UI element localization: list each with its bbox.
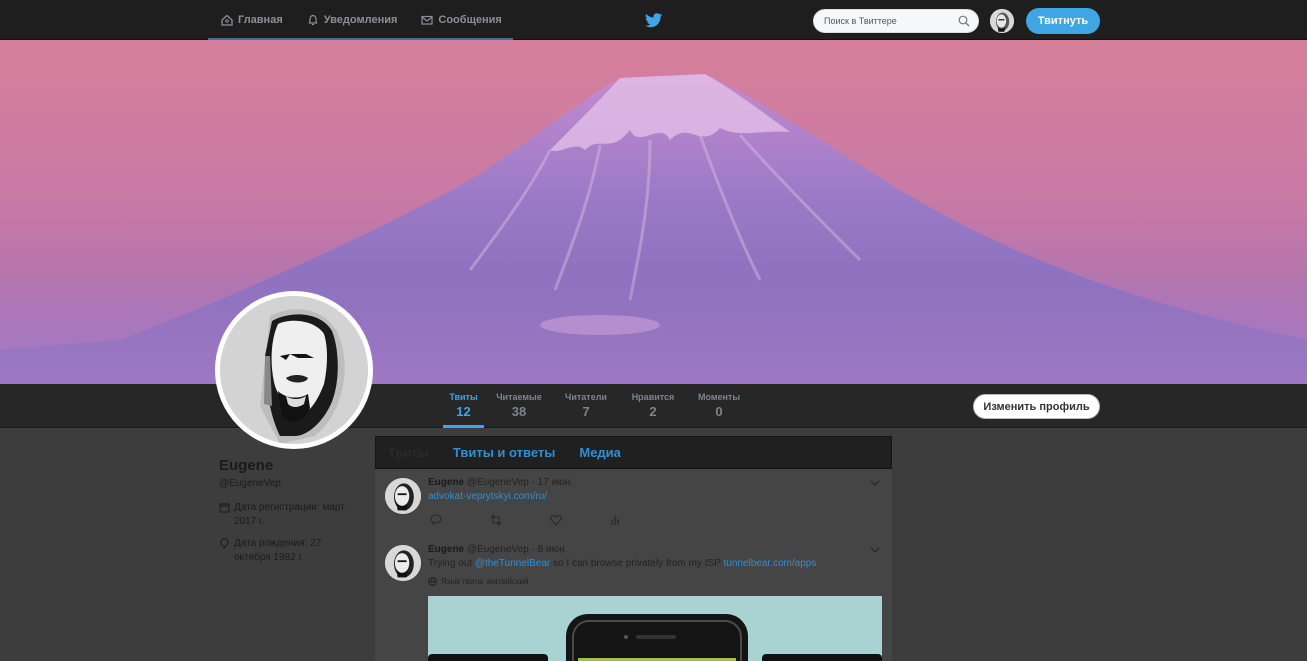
profile-stats-bar: Твиты 12 Читаемые 38 Читатели 7 Нравится…: [0, 384, 1307, 428]
bell-icon: [308, 14, 318, 26]
profile-banner[interactable]: [0, 40, 1307, 384]
retweet-icon[interactable]: [490, 514, 550, 526]
stat-following[interactable]: Читаемые 38: [494, 392, 544, 419]
stat-moments-label: Моменты: [697, 392, 741, 402]
tweet-header: Eugene @EugeneVep · 8 июн.: [428, 544, 567, 555]
stat-moments[interactable]: Моменты 0: [696, 392, 742, 419]
top-navigation-bar: Главная Уведомления Сообщения Твитнуть: [0, 0, 1307, 40]
globe-icon: [428, 577, 437, 586]
stat-likes-label: Нравится: [631, 392, 675, 402]
profile-name[interactable]: Eugene: [219, 457, 273, 474]
balloon-icon: [220, 538, 229, 549]
mountain-banner-image: [0, 40, 1307, 384]
nav-home-label: Главная: [238, 14, 283, 26]
tweet-language: Язык твита: английский: [428, 577, 528, 586]
search-icon[interactable]: [958, 15, 970, 27]
timeline-tabs: Твиты Твиты и ответы Медиа: [375, 436, 892, 469]
tab-media[interactable]: Медиа: [567, 445, 633, 460]
tweet-media-image[interactable]: [428, 596, 882, 661]
reply-icon[interactable]: [430, 514, 490, 526]
twitter-bird-icon[interactable]: [645, 13, 663, 28]
chevron-down-icon[interactable]: [870, 545, 880, 555]
avatar-face-icon: [385, 545, 421, 581]
tweet-author-name[interactable]: Eugene: [428, 544, 464, 555]
profile-birthday: Дата рождения: 27 октября 1982 г.: [219, 537, 359, 565]
nav-messages-label: Сообщения: [438, 14, 502, 26]
analytics-icon[interactable]: [610, 514, 670, 526]
profile-avatar[interactable]: [215, 291, 373, 449]
nav-item-messages[interactable]: Сообщения: [408, 0, 512, 40]
tweet-author-handle[interactable]: @EugeneVep: [467, 544, 529, 555]
tweet-avatar[interactable]: [385, 478, 421, 514]
stat-following-value: 38: [511, 404, 527, 419]
home-icon: [221, 14, 233, 26]
avatar-face-icon: [220, 296, 368, 444]
chevron-down-icon[interactable]: [870, 478, 880, 488]
stat-tweets-value: 12: [456, 404, 471, 419]
search-input[interactable]: [814, 10, 954, 32]
tweet-time[interactable]: · 17 июн.: [532, 477, 573, 488]
tweet-link[interactable]: advokat-veprytskyi.com/ru/: [428, 491, 547, 502]
profile-handle[interactable]: @EugeneVep: [219, 478, 281, 489]
tweet-text-before: Trying out: [428, 558, 475, 569]
profile-birthday-text: Дата рождения: 27 октября 1982 г.: [234, 538, 322, 563]
tweet-language-text: Язык твита: английский: [441, 577, 529, 586]
stat-likes[interactable]: Нравится 2: [629, 392, 677, 419]
tweet-button[interactable]: Твитнуть: [1026, 8, 1100, 34]
nav-item-notifications[interactable]: Уведомления: [294, 0, 409, 40]
tweet-time[interactable]: · 8 июн.: [532, 544, 568, 555]
tab-tweets[interactable]: Твиты: [376, 445, 441, 460]
account-avatar[interactable]: [990, 9, 1014, 33]
tweet-actions: [430, 514, 670, 526]
stat-followers-label: Читатели: [565, 392, 607, 402]
envelope-icon: [421, 15, 433, 25]
tweet-text: advokat-veprytskyi.com/ru/: [428, 491, 547, 502]
search-box: [813, 9, 979, 33]
tweet-item[interactable]: Eugene @EugeneVep · 17 июн. advokat-vepr…: [375, 476, 892, 538]
stat-likes-value: 2: [649, 404, 657, 419]
edit-profile-button[interactable]: Изменить профиль: [973, 394, 1100, 419]
tweet-link[interactable]: tunnelbear.com/apps: [723, 558, 816, 569]
stat-tweets-label: Твиты: [449, 392, 478, 402]
tab-tweets-and-replies[interactable]: Твиты и ответы: [441, 445, 567, 460]
calendar-icon: [219, 503, 230, 513]
like-icon[interactable]: [550, 514, 610, 526]
stat-tweets[interactable]: Твиты 12: [443, 392, 484, 428]
stat-following-label: Читаемые: [496, 392, 542, 402]
tweet-header: Eugene @EugeneVep · 17 июн.: [428, 477, 573, 488]
stat-followers[interactable]: Читатели 7: [563, 392, 609, 419]
profile-joined-text: Дата регистрации: март 2017 г.: [234, 502, 345, 527]
phone-image: [428, 596, 882, 661]
nav-notifications-label: Уведомления: [323, 14, 398, 26]
tweet-mention[interactable]: @theTunnelBear: [475, 558, 550, 569]
profile-joined: Дата регистрации: март 2017 г.: [219, 501, 359, 529]
main-nav: Главная Уведомления Сообщения: [208, 0, 513, 40]
nav-item-home[interactable]: Главная: [208, 0, 294, 40]
stat-followers-value: 7: [582, 404, 590, 419]
stat-moments-value: 0: [715, 404, 723, 419]
tweet-avatar[interactable]: [385, 545, 421, 581]
avatar-face-icon: [990, 9, 1014, 33]
avatar-face-icon: [385, 478, 421, 514]
tweet-text-middle: so I can browse privately from my ISP: [550, 558, 724, 569]
tweet-author-handle[interactable]: @EugeneVep: [467, 477, 529, 488]
tweet-text: Trying out @theTunnelBear so I can brows…: [428, 558, 816, 569]
tweet-author-name[interactable]: Eugene: [428, 477, 464, 488]
